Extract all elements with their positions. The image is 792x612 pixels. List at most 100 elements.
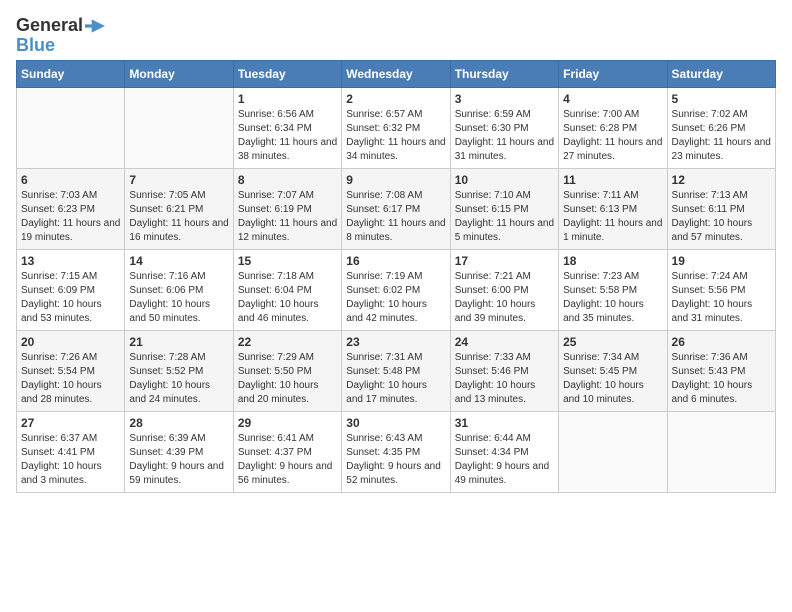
weekday-header: Saturday: [667, 60, 775, 87]
day-info: Sunrise: 7:08 AM Sunset: 6:17 PM Dayligh…: [346, 189, 445, 245]
day-info: Sunrise: 7:16 AM Sunset: 6:06 PM Dayligh…: [129, 270, 228, 326]
calendar-week-row: 27Sunrise: 6:37 AM Sunset: 4:41 PM Dayli…: [17, 411, 776, 492]
calendar-cell: [559, 411, 667, 492]
calendar-cell: 20 Sunrise: 7:26 AM Sunset: 5:54 PM Dayli…: [17, 330, 125, 411]
calendar-cell: 25 Sunrise: 7:34 AM Sunset: 5:45 PM Dayli…: [559, 330, 667, 411]
day-number: 29: [238, 416, 337, 430]
calendar-cell: 27Sunrise: 6:37 AM Sunset: 4:41 PM Dayli…: [17, 411, 125, 492]
calendar-cell: 1 Sunrise: 6:56 AM Sunset: 6:34 PM Daylig…: [233, 87, 341, 168]
day-info: Sunrise: 7:34 AM Sunset: 5:45 PM Dayligh…: [563, 351, 662, 407]
weekday-header: Thursday: [450, 60, 558, 87]
day-number: 11: [563, 173, 662, 187]
calendar-cell: [17, 87, 125, 168]
day-number: 24: [455, 335, 554, 349]
calendar-cell: [125, 87, 233, 168]
calendar-cell: 15 Sunrise: 7:18 AM Sunset: 6:04 PM Dayli…: [233, 249, 341, 330]
day-info: Sunrise: 6:37 AM Sunset: 4:41 PM Dayligh…: [21, 432, 120, 488]
day-info: Sunrise: 6:39 AM Sunset: 4:39 PM Dayligh…: [129, 432, 228, 488]
day-info: Sunrise: 7:03 AM Sunset: 6:23 PM Dayligh…: [21, 189, 120, 245]
calendar-week-row: 6Sunrise: 7:03 AM Sunset: 6:23 PM Daylig…: [17, 168, 776, 249]
calendar-cell: 17 Sunrise: 7:21 AM Sunset: 6:00 PM Dayli…: [450, 249, 558, 330]
day-info: Sunrise: 7:26 AM Sunset: 5:54 PM Dayligh…: [21, 351, 120, 407]
day-number: 22: [238, 335, 337, 349]
day-number: 23: [346, 335, 445, 349]
day-number: 12: [672, 173, 771, 187]
logo-icon: [85, 19, 105, 33]
calendar-cell: 24 Sunrise: 7:33 AM Sunset: 5:46 PM Dayli…: [450, 330, 558, 411]
calendar-cell: 22 Sunrise: 7:29 AM Sunset: 5:50 PM Dayli…: [233, 330, 341, 411]
day-number: 21: [129, 335, 228, 349]
day-info: Sunrise: 7:02 AM Sunset: 6:26 PM Dayligh…: [672, 108, 771, 164]
calendar-cell: 2Sunrise: 6:57 AM Sunset: 6:32 PM Daylig…: [342, 87, 450, 168]
day-number: 16: [346, 254, 445, 268]
calendar-week-row: 1 Sunrise: 6:56 AM Sunset: 6:34 PM Daylig…: [17, 87, 776, 168]
weekday-header: Wednesday: [342, 60, 450, 87]
calendar-cell: 28 Sunrise: 6:39 AM Sunset: 4:39 PM Dayli…: [125, 411, 233, 492]
calendar-cell: 10Sunrise: 7:10 AM Sunset: 6:15 PM Dayli…: [450, 168, 558, 249]
calendar-cell: 29 Sunrise: 6:41 AM Sunset: 4:37 PM Dayli…: [233, 411, 341, 492]
day-info: Sunrise: 7:18 AM Sunset: 6:04 PM Dayligh…: [238, 270, 337, 326]
calendar-cell: 16 Sunrise: 7:19 AM Sunset: 6:02 PM Dayli…: [342, 249, 450, 330]
calendar-cell: 21 Sunrise: 7:28 AM Sunset: 5:52 PM Dayli…: [125, 330, 233, 411]
day-info: Sunrise: 7:13 AM Sunset: 6:11 PM Dayligh…: [672, 189, 771, 245]
day-number: 9: [346, 173, 445, 187]
calendar-cell: 14 Sunrise: 7:16 AM Sunset: 6:06 PM Dayli…: [125, 249, 233, 330]
logo-blue-text: Blue: [16, 36, 55, 56]
calendar-cell: 23 Sunrise: 7:31 AM Sunset: 5:48 PM Dayli…: [342, 330, 450, 411]
weekday-header: Tuesday: [233, 60, 341, 87]
day-info: Sunrise: 7:29 AM Sunset: 5:50 PM Dayligh…: [238, 351, 337, 407]
day-number: 1: [238, 92, 337, 106]
calendar-cell: 31 Sunrise: 6:44 AM Sunset: 4:34 PM Dayli…: [450, 411, 558, 492]
day-number: 31: [455, 416, 554, 430]
day-info: Sunrise: 7:00 AM Sunset: 6:28 PM Dayligh…: [563, 108, 662, 164]
weekday-header: Friday: [559, 60, 667, 87]
day-number: 13: [21, 254, 120, 268]
logo-text: General: [16, 16, 83, 36]
day-info: Sunrise: 6:56 AM Sunset: 6:34 PM Dayligh…: [238, 108, 337, 164]
calendar-cell: 11 Sunrise: 7:11 AM Sunset: 6:13 PM Dayli…: [559, 168, 667, 249]
calendar-cell: 26Sunrise: 7:36 AM Sunset: 5:43 PM Dayli…: [667, 330, 775, 411]
day-number: 20: [21, 335, 120, 349]
logo: General Blue: [16, 16, 105, 56]
day-info: Sunrise: 7:28 AM Sunset: 5:52 PM Dayligh…: [129, 351, 228, 407]
day-number: 4: [563, 92, 662, 106]
calendar-cell: 12 Sunrise: 7:13 AM Sunset: 6:11 PM Dayli…: [667, 168, 775, 249]
day-info: Sunrise: 7:24 AM Sunset: 5:56 PM Dayligh…: [672, 270, 771, 326]
day-number: 10: [455, 173, 554, 187]
calendar-cell: [667, 411, 775, 492]
day-number: 17: [455, 254, 554, 268]
day-info: Sunrise: 7:11 AM Sunset: 6:13 PM Dayligh…: [563, 189, 662, 245]
day-info: Sunrise: 6:44 AM Sunset: 4:34 PM Dayligh…: [455, 432, 554, 488]
day-number: 30: [346, 416, 445, 430]
calendar-cell: 8 Sunrise: 7:07 AM Sunset: 6:19 PM Daylig…: [233, 168, 341, 249]
day-info: Sunrise: 7:23 AM Sunset: 5:58 PM Dayligh…: [563, 270, 662, 326]
day-number: 3: [455, 92, 554, 106]
calendar-cell: 4 Sunrise: 7:00 AM Sunset: 6:28 PM Daylig…: [559, 87, 667, 168]
calendar-cell: 7 Sunrise: 7:05 AM Sunset: 6:21 PM Daylig…: [125, 168, 233, 249]
day-number: 7: [129, 173, 228, 187]
day-number: 14: [129, 254, 228, 268]
calendar-cell: 18Sunrise: 7:23 AM Sunset: 5:58 PM Dayli…: [559, 249, 667, 330]
day-number: 25: [563, 335, 662, 349]
day-number: 26: [672, 335, 771, 349]
day-info: Sunrise: 7:19 AM Sunset: 6:02 PM Dayligh…: [346, 270, 445, 326]
weekday-header: Monday: [125, 60, 233, 87]
page-header: General Blue: [16, 16, 776, 56]
day-info: Sunrise: 6:41 AM Sunset: 4:37 PM Dayligh…: [238, 432, 337, 488]
day-number: 15: [238, 254, 337, 268]
weekday-header-row: SundayMondayTuesdayWednesdayThursdayFrid…: [17, 60, 776, 87]
day-info: Sunrise: 7:21 AM Sunset: 6:00 PM Dayligh…: [455, 270, 554, 326]
day-info: Sunrise: 7:05 AM Sunset: 6:21 PM Dayligh…: [129, 189, 228, 245]
day-info: Sunrise: 7:07 AM Sunset: 6:19 PM Dayligh…: [238, 189, 337, 245]
day-number: 8: [238, 173, 337, 187]
calendar-table: SundayMondayTuesdayWednesdayThursdayFrid…: [16, 60, 776, 493]
day-number: 28: [129, 416, 228, 430]
day-info: Sunrise: 6:57 AM Sunset: 6:32 PM Dayligh…: [346, 108, 445, 164]
calendar-cell: 30Sunrise: 6:43 AM Sunset: 4:35 PM Dayli…: [342, 411, 450, 492]
calendar-cell: 9 Sunrise: 7:08 AM Sunset: 6:17 PM Daylig…: [342, 168, 450, 249]
calendar-week-row: 20 Sunrise: 7:26 AM Sunset: 5:54 PM Dayli…: [17, 330, 776, 411]
day-info: Sunrise: 7:33 AM Sunset: 5:46 PM Dayligh…: [455, 351, 554, 407]
day-info: Sunrise: 7:31 AM Sunset: 5:48 PM Dayligh…: [346, 351, 445, 407]
day-number: 19: [672, 254, 771, 268]
calendar-cell: 13Sunrise: 7:15 AM Sunset: 6:09 PM Dayli…: [17, 249, 125, 330]
